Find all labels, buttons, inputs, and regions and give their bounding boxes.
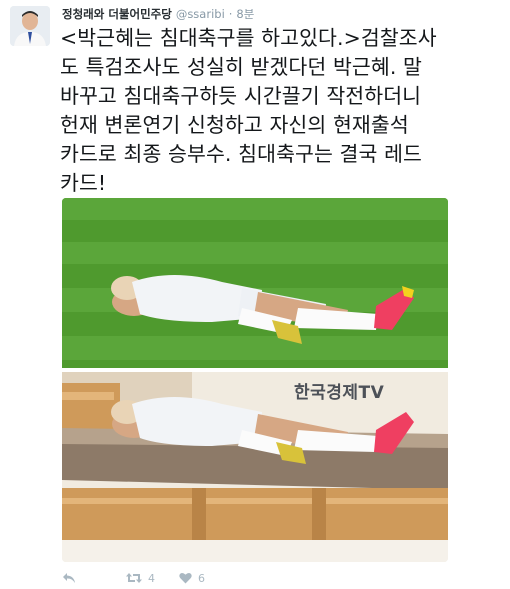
- tweet-timestamp[interactable]: 8분: [236, 6, 254, 22]
- heart-icon: [179, 572, 192, 584]
- retweet-button[interactable]: 4: [126, 572, 155, 585]
- avatar[interactable]: [10, 6, 50, 46]
- like-button[interactable]: 6: [179, 572, 205, 585]
- retweet-count: 4: [148, 571, 155, 585]
- author-handle[interactable]: @ssaribi: [176, 7, 225, 21]
- reply-button[interactable]: [62, 572, 76, 584]
- like-count: 6: [198, 571, 205, 585]
- image-watermark: 한국경제TV: [294, 383, 385, 403]
- author-name[interactable]: 정청래와 더불어민주당: [62, 6, 172, 22]
- tweet-media-image[interactable]: 한국경제TV: [62, 198, 448, 562]
- tweet-text: <박근혜는 침대축구를 하고있다.>검찰조사 도 특검조사도 성실히 받겠다던 …: [60, 26, 437, 195]
- tweet-card: 정청래와 더불어민주당 @ssaribi · 8분 <박근혜는 침대축구를 하고…: [0, 0, 510, 589]
- retweet-icon: [126, 572, 142, 584]
- tweet-header: 정청래와 더불어민주당 @ssaribi · 8분: [62, 6, 254, 22]
- separator-dot: ·: [228, 7, 233, 21]
- reply-icon: [62, 572, 76, 584]
- tweet-actions: 4 6: [62, 570, 225, 586]
